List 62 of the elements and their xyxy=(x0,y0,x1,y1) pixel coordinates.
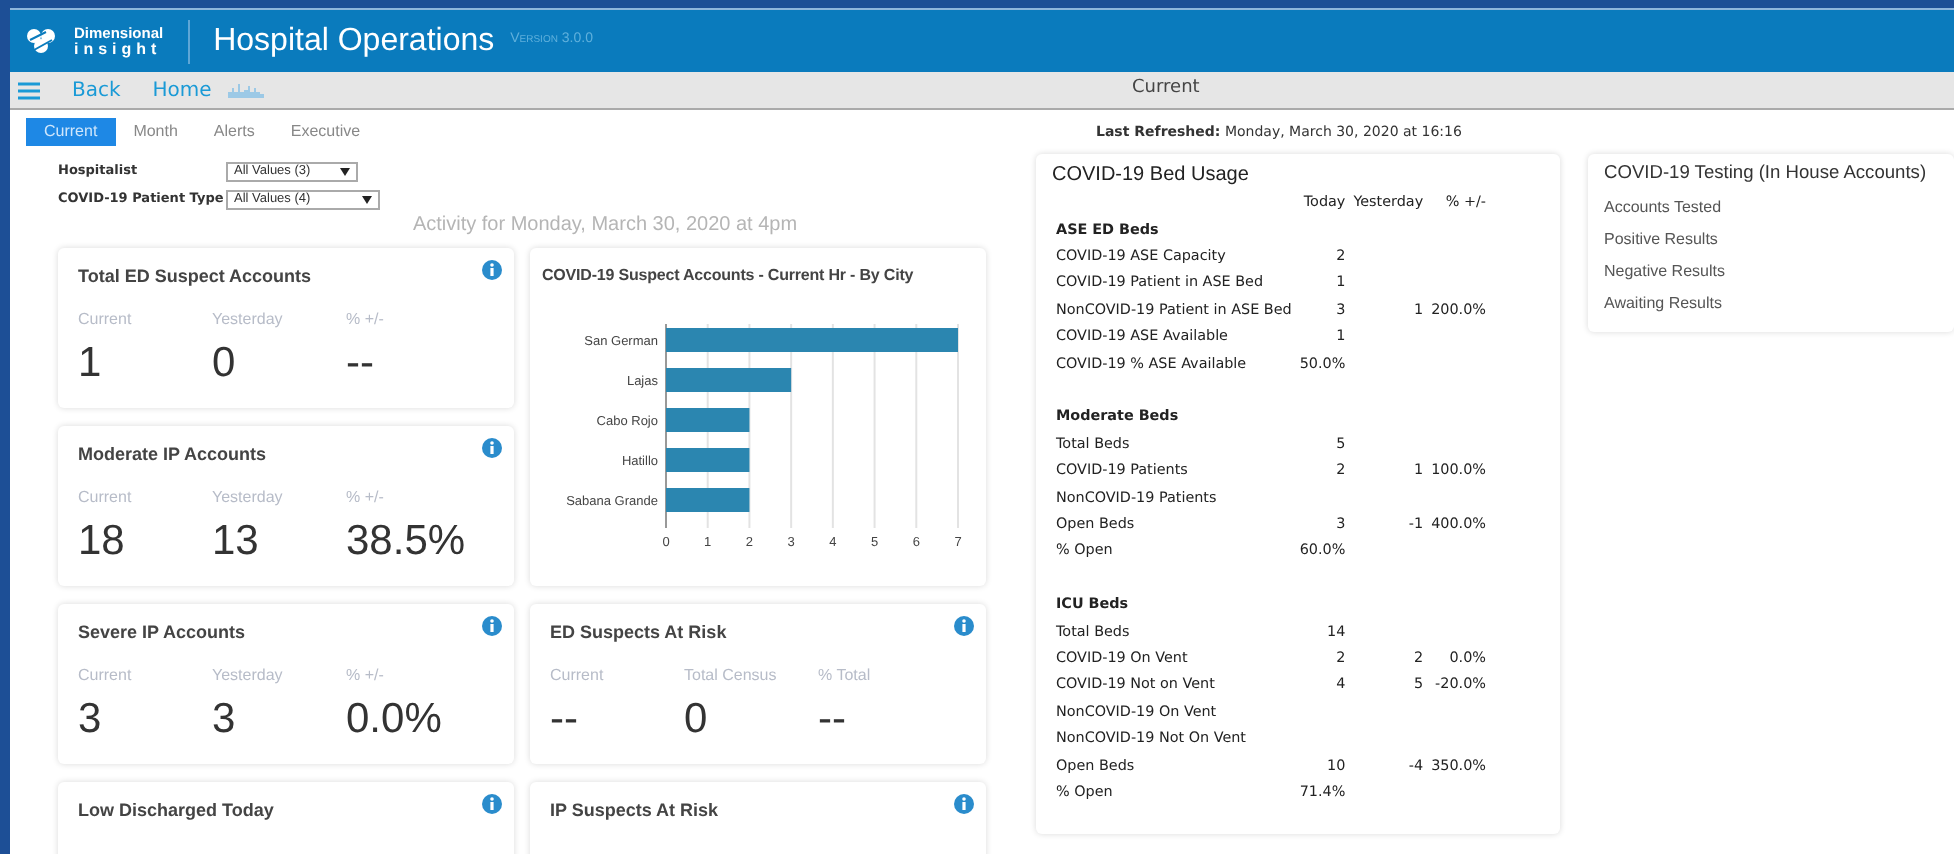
card-title: COVID-19 Bed Usage xyxy=(1052,162,1251,190)
logo-icon xyxy=(26,28,58,54)
metric-value: 0 xyxy=(684,695,710,742)
card-title: Severe IP Accounts xyxy=(78,620,248,646)
metric-value: -- xyxy=(550,695,580,742)
list-item: Positive Results xyxy=(1604,227,1720,252)
metric-value: 1 xyxy=(78,339,104,386)
metric-label: % Total xyxy=(818,663,873,687)
metric-value: 0 xyxy=(212,339,238,386)
back-link[interactable]: Back xyxy=(72,75,121,105)
card-title: ED Suspects At Risk xyxy=(550,620,729,646)
list-item: Awaiting Results xyxy=(1604,291,1724,316)
bar xyxy=(666,448,750,472)
info-icon[interactable] xyxy=(954,794,974,814)
card-title: Low Discharged Today xyxy=(78,798,276,824)
home-link[interactable]: Home xyxy=(152,75,212,105)
info-icon[interactable] xyxy=(482,438,502,458)
metric-value: -- xyxy=(818,695,848,742)
metric-label: Current xyxy=(78,485,134,509)
page-title: Current xyxy=(1132,76,1200,103)
metric-value: 3 xyxy=(212,695,238,742)
info-icon[interactable] xyxy=(482,616,502,636)
list-item: Accounts Tested xyxy=(1604,195,1724,220)
metric-label: Yesterday xyxy=(212,663,285,687)
tab[interactable]: Alerts xyxy=(195,118,273,146)
info-icon[interactable] xyxy=(954,616,974,636)
info-icon[interactable] xyxy=(482,260,502,280)
metric-value: -- xyxy=(346,339,376,386)
card-title: Total ED Suspect Accounts xyxy=(78,264,314,290)
metric-label: Total Census xyxy=(684,663,779,687)
metric-label: Current xyxy=(550,663,606,687)
skyline-icon xyxy=(227,83,264,97)
tab[interactable]: Executive xyxy=(272,118,379,146)
card-title: IP Suspects At Risk xyxy=(550,798,721,824)
metric-label: Yesterday xyxy=(212,307,285,331)
bar xyxy=(666,368,792,392)
bar xyxy=(666,408,750,432)
metric-label: % +/- xyxy=(346,663,386,687)
card-title: COVID-19 Testing (In House Accounts) xyxy=(1604,160,1929,186)
bar xyxy=(666,488,750,512)
metric-label: Current xyxy=(78,307,134,331)
caret-icon xyxy=(362,196,372,204)
card-title: Moderate IP Accounts xyxy=(78,442,269,468)
list-item: Negative Results xyxy=(1604,259,1727,284)
caret-icon xyxy=(340,168,350,176)
tab[interactable]: Month xyxy=(115,118,196,146)
app-title: Hospital Operations xyxy=(213,21,495,61)
info-icon[interactable] xyxy=(482,794,502,814)
metric-value: 18 xyxy=(78,517,127,564)
menu-icon[interactable] xyxy=(18,81,40,99)
metric-label: % +/- xyxy=(346,307,386,331)
card-title: COVID-19 Suspect Accounts - Current Hr - By City xyxy=(542,264,916,288)
metric-value: 13 xyxy=(212,517,261,564)
metric-label: Yesterday xyxy=(212,485,285,509)
logo-text: insight xyxy=(74,41,164,57)
metric-value: 38.5% xyxy=(346,517,468,564)
metric-label: Current xyxy=(78,663,134,687)
metric-label: % +/- xyxy=(346,485,386,509)
activity-heading: Activity for Monday, March 30, 2020 at 4pm xyxy=(410,212,800,240)
tab[interactable]: Current xyxy=(26,118,116,146)
metric-value: 0.0% xyxy=(346,695,444,742)
metric-value: 3 xyxy=(78,695,104,742)
